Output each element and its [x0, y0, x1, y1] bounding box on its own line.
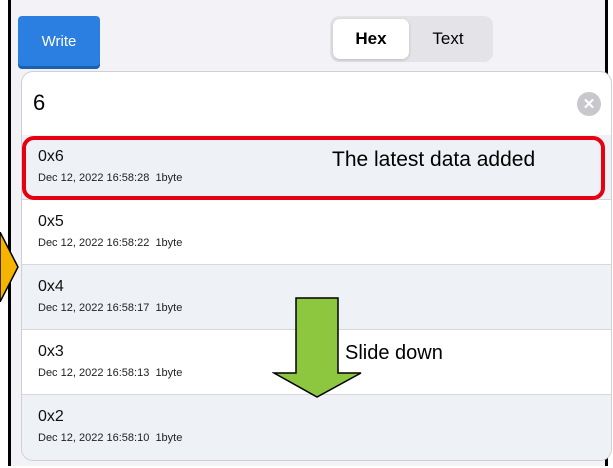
- data-input-row[interactable]: 6 ✕: [22, 72, 611, 136]
- entry-value: 0x3: [38, 343, 64, 360]
- clear-icon[interactable]: ✕: [577, 92, 601, 116]
- list-item[interactable]: 0x2 Dec 12, 2022 16:58:10 1byte: [22, 395, 611, 460]
- data-panel: 6 ✕ 0x6 Dec 12, 2022 16:58:28 1byte 0x5 …: [21, 71, 612, 461]
- entry-value: 0x2: [38, 408, 64, 425]
- latest-data-caption: The latest data added: [332, 148, 536, 171]
- write-button[interactable]: Write: [18, 16, 100, 66]
- list-item[interactable]: 0x5 Dec 12, 2022 16:58:22 1byte: [22, 200, 611, 265]
- entry-value: 0x5: [38, 213, 64, 230]
- side-arrow-icon: [0, 232, 19, 302]
- entry-meta: Dec 12, 2022 16:58:17 1byte: [38, 302, 183, 314]
- entry-meta: Dec 12, 2022 16:58:10 1byte: [38, 432, 183, 444]
- hex-text-toggle: Hex Text: [330, 16, 493, 62]
- entry-meta: Dec 12, 2022 16:58:13 1byte: [38, 367, 183, 379]
- slide-down-caption: Slide down: [345, 342, 443, 364]
- data-input-value[interactable]: 6: [33, 90, 45, 116]
- entry-value: 0x4: [38, 278, 64, 295]
- hex-segment[interactable]: Hex: [333, 19, 409, 59]
- entry-meta: Dec 12, 2022 16:58:22 1byte: [38, 237, 183, 249]
- text-segment[interactable]: Text: [410, 19, 486, 59]
